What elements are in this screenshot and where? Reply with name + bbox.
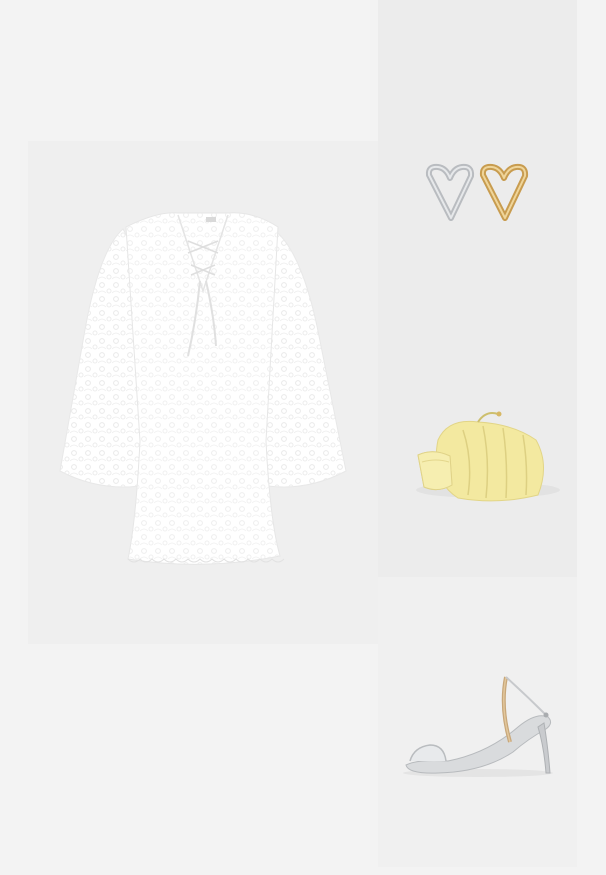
silver-heeled-sandal-image	[403, 676, 553, 777]
gold-earring-icon	[479, 163, 529, 221]
silver-earring-icon	[425, 163, 475, 221]
white-lace-dress-image	[59, 212, 347, 565]
heart-hoop-earrings-image	[425, 163, 529, 221]
earrings-product-tile[interactable]	[378, 0, 577, 290]
yellow-pouch-bag-image	[416, 411, 560, 502]
sandal-product-tile[interactable]	[378, 577, 577, 867]
outfit-collage: { "collage": { "background": "#f3f3f3", …	[0, 0, 606, 875]
dress-product-tile[interactable]	[28, 141, 378, 644]
bag-product-tile[interactable]	[378, 290, 577, 577]
